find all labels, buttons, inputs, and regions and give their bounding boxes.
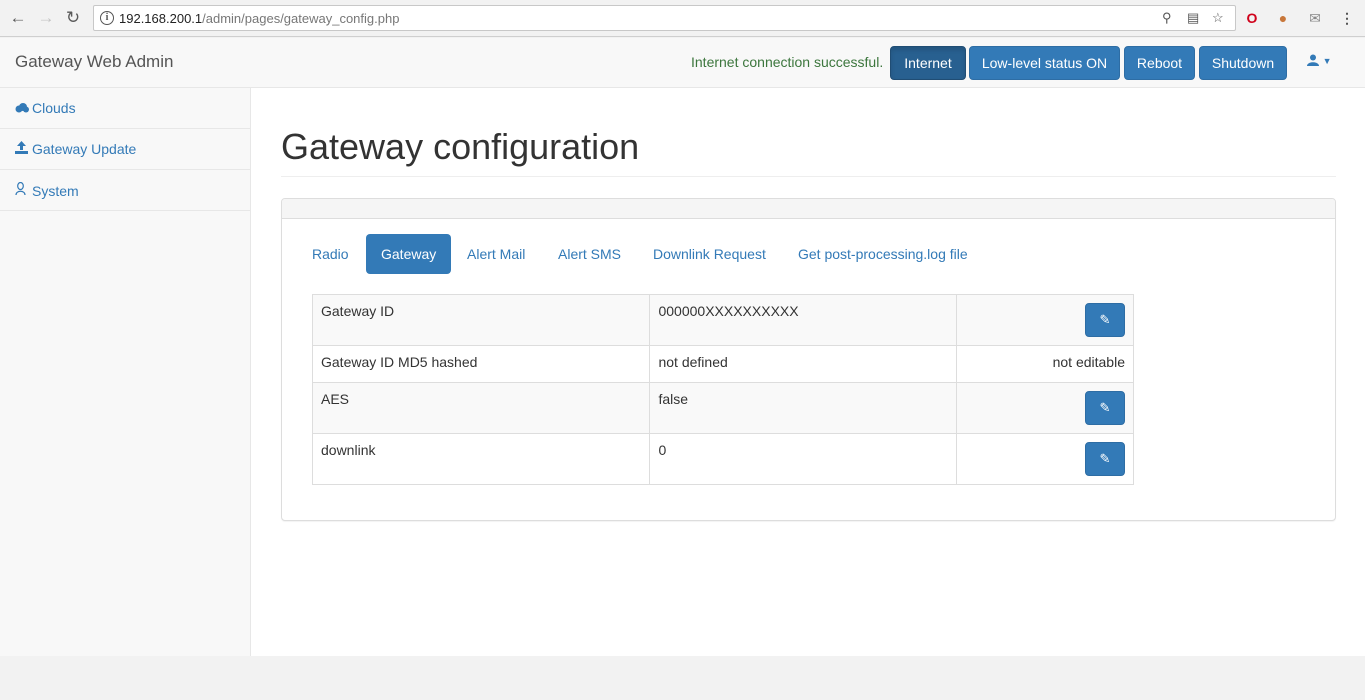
param-value: false: [649, 382, 958, 434]
edit-icon: ✎: [1099, 312, 1111, 327]
caret-down-icon: ▼: [1322, 56, 1332, 66]
tab-alert-sms[interactable]: Alert SMS: [543, 234, 636, 274]
address-bar[interactable]: i 192.168.200.1/admin/pages/gateway_conf…: [93, 5, 1236, 31]
opera-extension-icon[interactable]: O: [1242, 8, 1262, 28]
sidebar-item-label: System: [32, 183, 79, 199]
sidebar: Clouds Gateway Update System: [0, 88, 251, 656]
gateway-config-table: Gateway ID 000000XXXXXXXXXX ✎ Gateway ID…: [311, 294, 1134, 485]
param-name: AES: [311, 382, 651, 434]
edit-icon: ✎: [1099, 451, 1111, 466]
linux-icon: [15, 181, 32, 199]
low-level-status-button[interactable]: Low-level status ON: [969, 46, 1120, 80]
tab-alert-mail[interactable]: Alert Mail: [452, 234, 540, 274]
table-row: Gateway ID 000000XXXXXXXXXX ✎: [311, 294, 1134, 346]
extension-icon[interactable]: ●: [1273, 8, 1293, 28]
sidebar-item-label: Gateway Update: [32, 141, 137, 157]
sidebar-item-gateway-update[interactable]: Gateway Update: [0, 129, 250, 170]
forward-icon[interactable]: →: [36, 8, 56, 28]
back-icon[interactable]: ←: [8, 8, 28, 28]
key-icon[interactable]: ⚲: [1162, 10, 1172, 26]
translate-icon[interactable]: ▤: [1187, 10, 1199, 26]
tab-post-processing-log[interactable]: Get post-processing.log file: [783, 234, 983, 274]
tab-radio[interactable]: Radio: [297, 234, 364, 274]
table-row: AES false ✎: [311, 382, 1134, 434]
user-icon: [1307, 54, 1323, 69]
edit-gateway-id-button[interactable]: ✎: [1085, 303, 1125, 337]
reload-icon[interactable]: ↻: [63, 8, 83, 28]
cloud-icon: [15, 102, 32, 116]
config-panel: Radio Gateway Alert Mail Alert SMS Downl…: [281, 198, 1336, 521]
edit-downlink-button[interactable]: ✎: [1085, 442, 1125, 476]
shutdown-button[interactable]: Shutdown: [1199, 46, 1287, 80]
param-name: downlink: [311, 433, 651, 485]
panel-heading: [282, 199, 1335, 219]
bookmark-star-icon[interactable]: ☆: [1212, 10, 1224, 26]
brand-title[interactable]: Gateway Web Admin: [15, 52, 173, 72]
sidebar-item-label: Clouds: [32, 100, 76, 116]
title-divider: [281, 176, 1336, 177]
edit-aes-button[interactable]: ✎: [1085, 391, 1125, 425]
browser-toolbar: ← → ↻ i 192.168.200.1/admin/pages/gatewa…: [0, 0, 1365, 37]
url-host: 192.168.200.1: [119, 11, 203, 26]
param-name: Gateway ID: [311, 294, 651, 346]
info-icon[interactable]: i: [100, 11, 114, 25]
upload-icon: [15, 141, 32, 157]
table-row: downlink 0 ✎: [311, 433, 1134, 485]
connection-status: Internet connection successful.: [691, 54, 884, 70]
tab-gateway[interactable]: Gateway: [366, 234, 452, 274]
main-content: Gateway configuration Radio Gateway Aler…: [251, 88, 1365, 656]
param-name: Gateway ID MD5 hashed: [311, 345, 651, 383]
param-action: ✎: [956, 382, 1134, 434]
mail-extension-icon[interactable]: ✉: [1305, 8, 1325, 28]
not-editable-text: not editable: [956, 345, 1134, 383]
user-menu[interactable]: ▼: [1307, 54, 1332, 69]
url-path: /admin/pages/gateway_config.php: [202, 11, 400, 26]
menu-icon[interactable]: ⋮: [1337, 8, 1357, 28]
internet-button[interactable]: Internet: [890, 46, 966, 80]
table-row: Gateway ID MD5 hashed not defined not ed…: [311, 345, 1134, 383]
param-action: ✎: [956, 294, 1134, 346]
url-text: 192.168.200.1/admin/pages/gateway_config…: [119, 11, 399, 26]
param-value: not defined: [649, 345, 958, 383]
param-action: ✎: [956, 433, 1134, 485]
tab-downlink-request[interactable]: Downlink Request: [638, 234, 781, 274]
sidebar-item-system[interactable]: System: [0, 170, 250, 211]
param-value: 000000XXXXXXXXXX: [649, 294, 958, 346]
param-value: 0: [649, 433, 958, 485]
sidebar-item-clouds[interactable]: Clouds: [0, 88, 250, 129]
edit-icon: ✎: [1099, 400, 1111, 415]
reboot-button[interactable]: Reboot: [1124, 46, 1195, 80]
top-navbar: Gateway Web Admin Internet connection su…: [0, 38, 1365, 88]
page-title: Gateway configuration: [281, 126, 640, 167]
